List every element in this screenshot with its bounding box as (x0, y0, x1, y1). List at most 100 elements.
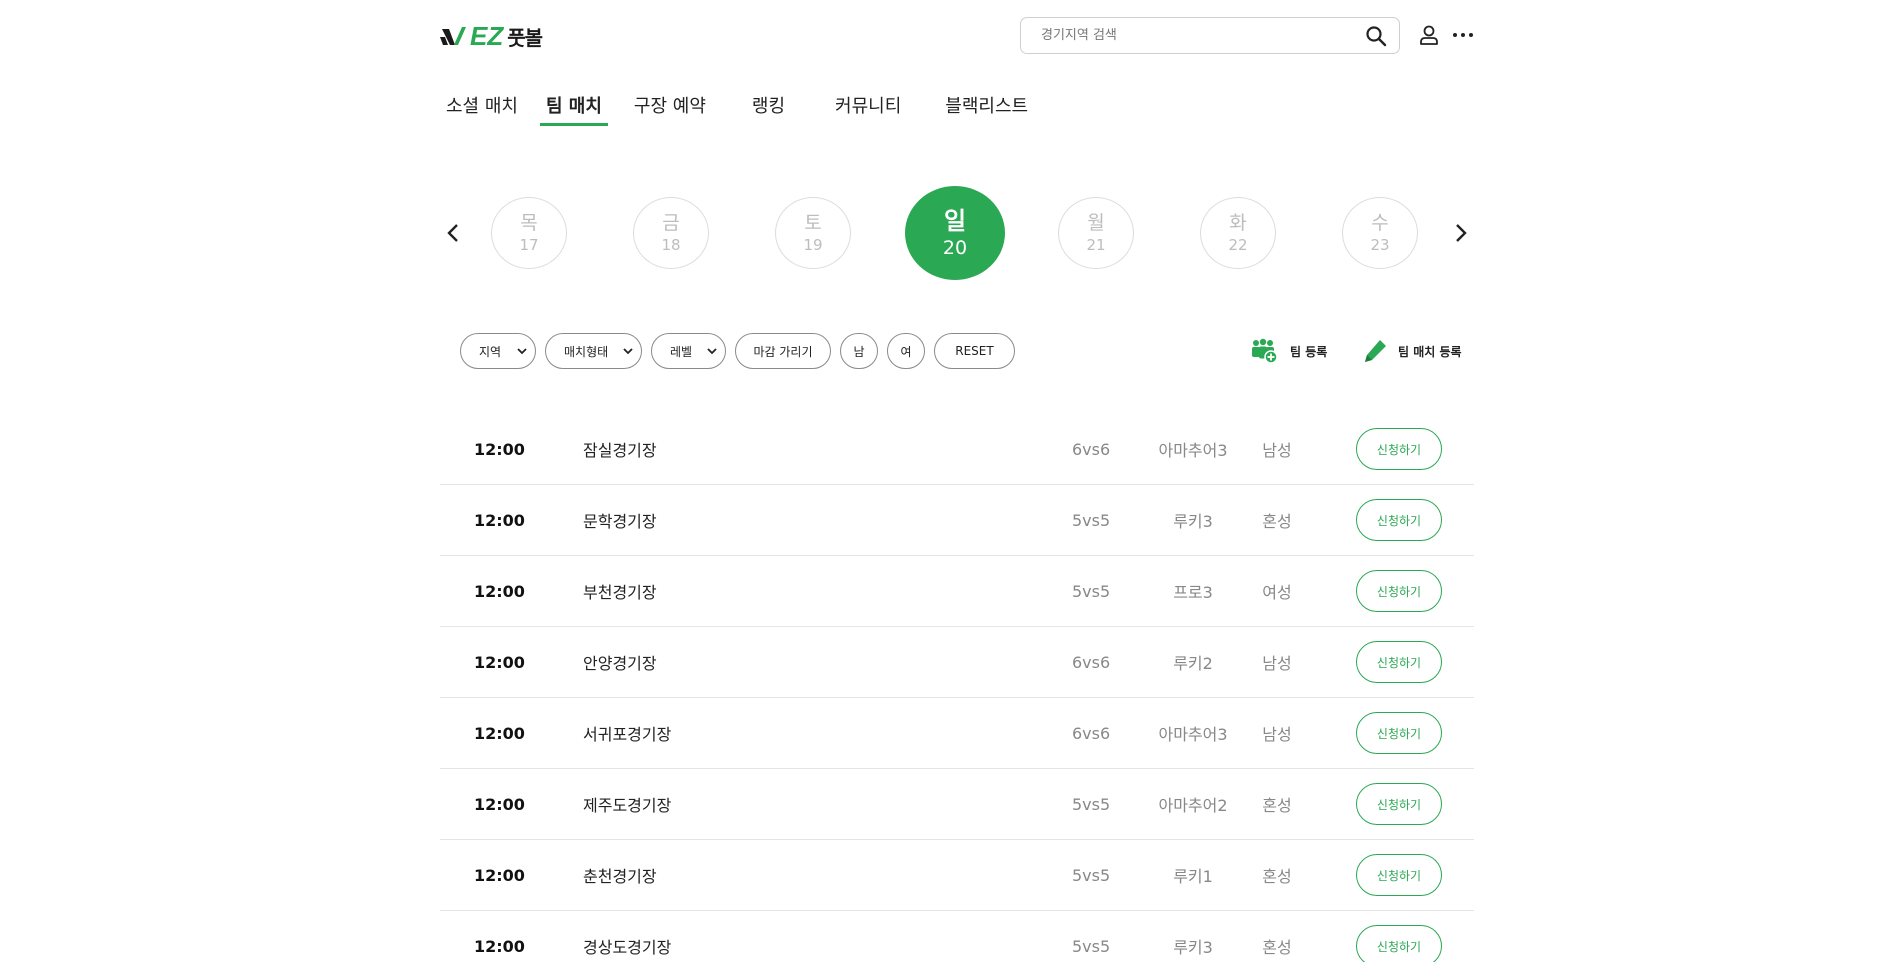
apply-button[interactable]: 신청하기 (1356, 854, 1442, 896)
page: EZ 풋볼 소셜 매치 팀 매치 구장 예약 랭킹 커뮤니티 블랙리스트 (440, 0, 1474, 962)
search-input[interactable] (1041, 28, 1363, 43)
region-select-value: 지역 (479, 344, 502, 359)
match-row: 12:00 안양경기장 6vs6 루키2 남성 신청하기 (440, 627, 1474, 698)
apply-button[interactable]: 신청하기 (1356, 570, 1442, 612)
logo-text-en: EZ (470, 20, 504, 51)
pencil-icon (1365, 340, 1386, 362)
match-row: 12:00 춘천경기장 5vs5 루키1 혼성 신청하기 (440, 840, 1474, 911)
match-type-select[interactable]: 매치형태 (545, 333, 642, 369)
apply-button[interactable]: 신청하기 (1356, 428, 1442, 470)
match-stadium: 부천경기장 (583, 583, 657, 602)
logo[interactable]: EZ 풋볼 (440, 18, 543, 54)
match-stadium: 잠실경기장 (583, 441, 657, 460)
date-dow: 수 (1371, 212, 1389, 234)
filter-bar: 지역 매치형태 레벨 마감 가리기 남 여 RESET (460, 333, 1015, 369)
logo-text-kr: 풋볼 (507, 25, 543, 50)
match-time: 12:00 (474, 865, 525, 885)
search-icon (1366, 25, 1387, 46)
match-format: 6vs6 (1072, 723, 1111, 743)
nav-item-community[interactable]: 커뮤니티 (829, 92, 907, 126)
reset-button[interactable]: RESET (934, 333, 1015, 369)
nav-item-stadium-booking[interactable]: 구장 예약 (628, 92, 712, 126)
match-gender: 혼성 (1262, 938, 1292, 957)
search-button[interactable] (1363, 23, 1389, 49)
match-list: 12:00 잠실경기장 6vs6 아마추어3 남성 신청하기 12:00 문학경… (440, 414, 1474, 962)
match-gender: 혼성 (1262, 512, 1292, 531)
level-select-value: 레벨 (670, 344, 693, 359)
match-gender: 남성 (1262, 441, 1292, 460)
chevron-down-icon (707, 347, 717, 354)
date-item-22[interactable]: 화 22 (1200, 197, 1276, 269)
date-dow: 토 (804, 212, 822, 234)
chevron-left-icon (447, 224, 458, 242)
date-item-21[interactable]: 월 21 (1058, 197, 1134, 269)
nav-item-blacklist[interactable]: 블랙리스트 (939, 92, 1034, 126)
region-select[interactable]: 지역 (460, 333, 536, 369)
female-filter-toggle[interactable]: 여 (887, 333, 925, 369)
match-format: 5vs5 (1072, 865, 1111, 885)
date-dow: 월 (1087, 212, 1105, 234)
match-level: 루키3 (1173, 512, 1213, 531)
more-button[interactable] (1448, 20, 1478, 50)
date-day: 18 (661, 236, 681, 254)
date-item-17[interactable]: 목 17 (491, 197, 567, 269)
nav-item-social-match[interactable]: 소셜 매치 (440, 92, 524, 126)
match-gender: 혼성 (1262, 867, 1292, 886)
date-dow: 금 (662, 212, 680, 234)
date-day: 22 (1228, 236, 1248, 254)
more-icon (1453, 33, 1473, 37)
apply-button[interactable]: 신청하기 (1356, 712, 1442, 754)
match-level: 루키1 (1173, 867, 1213, 886)
apply-button[interactable]: 신청하기 (1356, 783, 1442, 825)
match-time: 12:00 (474, 510, 525, 530)
match-row: 12:00 잠실경기장 6vs6 아마추어3 남성 신청하기 (440, 414, 1474, 485)
date-item-23[interactable]: 수 23 (1342, 197, 1418, 269)
match-level: 프로3 (1173, 583, 1213, 602)
nav-item-team-match[interactable]: 팀 매치 (539, 92, 608, 126)
match-level: 루키3 (1173, 938, 1213, 957)
match-stadium: 문학경기장 (583, 512, 657, 531)
match-level: 아마추어2 (1158, 796, 1228, 815)
level-select[interactable]: 레벨 (651, 333, 726, 369)
date-prev-button[interactable] (440, 218, 466, 248)
nav-item-ranking[interactable]: 랭킹 (746, 92, 791, 126)
match-time: 12:00 (474, 581, 525, 601)
match-format: 5vs5 (1072, 794, 1111, 814)
match-gender: 여성 (1262, 583, 1292, 602)
date-item-20-selected[interactable]: 일 20 (905, 186, 1005, 280)
apply-button[interactable]: 신청하기 (1356, 641, 1442, 683)
user-button[interactable] (1414, 20, 1444, 50)
match-format: 5vs5 (1072, 581, 1111, 601)
match-row: 12:00 경상도경기장 5vs5 루키3 혼성 신청하기 (440, 911, 1474, 962)
register-match-button[interactable]: 팀 매치 등록 (1362, 333, 1462, 369)
apply-button[interactable]: 신청하기 (1356, 925, 1442, 962)
date-dow: 일 (943, 207, 967, 235)
match-gender: 남성 (1262, 654, 1292, 673)
match-row: 12:00 부천경기장 5vs5 프로3 여성 신청하기 (440, 556, 1474, 627)
date-day: 17 (519, 236, 539, 254)
team-add-icon (1252, 338, 1278, 364)
chevron-right-icon (1456, 224, 1467, 242)
date-day: 20 (942, 237, 968, 259)
date-item-18[interactable]: 금 18 (633, 197, 709, 269)
male-filter-toggle[interactable]: 남 (840, 333, 878, 369)
date-next-button[interactable] (1448, 218, 1474, 248)
match-time: 12:00 (474, 439, 525, 459)
match-stadium: 안양경기장 (583, 654, 657, 673)
date-item-19[interactable]: 토 19 (775, 197, 851, 269)
user-icon (1420, 25, 1438, 45)
match-time: 12:00 (474, 723, 525, 743)
match-gender: 남성 (1262, 725, 1292, 744)
match-row: 12:00 제주도경기장 5vs5 아마추어2 혼성 신청하기 (440, 769, 1474, 840)
match-stadium: 제주도경기장 (583, 796, 672, 815)
match-time: 12:00 (474, 794, 525, 814)
date-day: 19 (803, 236, 823, 254)
apply-button[interactable]: 신청하기 (1356, 499, 1442, 541)
hide-closed-toggle[interactable]: 마감 가리기 (735, 333, 831, 369)
date-day: 21 (1086, 236, 1106, 254)
date-day: 23 (1370, 236, 1390, 254)
register-team-button[interactable]: 팀 등록 (1250, 333, 1327, 369)
match-format: 5vs5 (1072, 936, 1111, 956)
match-time: 12:00 (474, 936, 525, 956)
match-level: 아마추어3 (1158, 725, 1228, 744)
